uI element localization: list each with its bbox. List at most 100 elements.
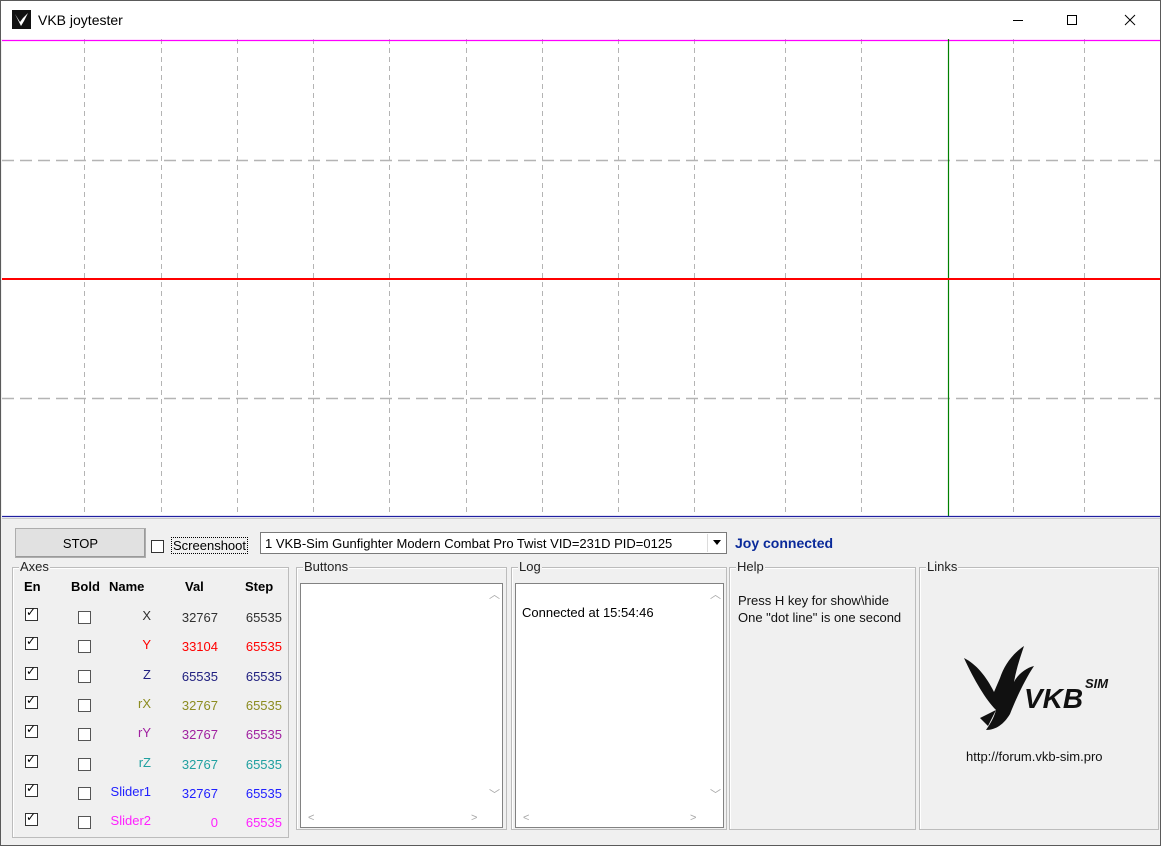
maximize-icon xyxy=(1067,15,1077,25)
close-button[interactable] xyxy=(1107,1,1153,39)
axis-row: ✓ Slider2 0 65535 xyxy=(13,809,290,838)
axis-name: X xyxy=(142,608,151,623)
scroll-up-icon[interactable]: ︿ xyxy=(710,590,721,601)
header-step: Step xyxy=(245,579,274,594)
axis-step: 65535 xyxy=(245,756,282,772)
axis-name: rX xyxy=(138,695,151,711)
scroll-right-icon[interactable]: > xyxy=(690,813,696,824)
screenshot-checkbox[interactable] xyxy=(151,540,164,553)
axis-enable-checkbox[interactable]: ✓ xyxy=(25,664,38,680)
axis-row: ✓ Y 33104 65535 xyxy=(13,633,290,662)
control-panel: STOP Screenshoot 1 VKB-Sim Gunfighter Mo… xyxy=(2,518,1160,845)
scroll-right-icon[interactable]: > xyxy=(471,813,477,824)
window-title: VKB joytester xyxy=(38,12,123,28)
scroll-up-icon[interactable]: ︿ xyxy=(489,590,500,601)
axis-value: 32767 xyxy=(181,756,218,772)
axis-step: 65535 xyxy=(245,668,282,684)
axis-bold-checkbox[interactable] xyxy=(78,669,91,683)
axis-row: ✓ X 32767 65535 xyxy=(13,604,290,633)
scroll-left-icon[interactable]: < xyxy=(523,813,529,824)
axis-bold-checkbox[interactable] xyxy=(78,698,91,712)
links-group-legend: Links xyxy=(926,559,959,574)
axis-name: rY xyxy=(138,725,151,741)
graph-canvas xyxy=(2,39,1160,518)
header-name: Name xyxy=(109,579,145,594)
axis-graph xyxy=(2,39,1160,518)
checkmark-icon: ✓ xyxy=(26,810,37,825)
axis-step: 65535 xyxy=(245,639,282,655)
axis-bold-checkbox[interactable] xyxy=(78,640,91,654)
axis-step: 65535 xyxy=(245,610,282,625)
axis-name: Slider1 xyxy=(110,783,151,799)
log-entry: Connected at 15:54:46 xyxy=(522,605,654,620)
screenshot-label[interactable]: Screenshoot xyxy=(171,537,248,554)
vkb-bird-icon xyxy=(12,10,31,29)
scroll-left-icon[interactable]: < xyxy=(308,813,314,824)
header-bold: Bold xyxy=(71,579,100,594)
buttons-list[interactable]: ︿ ﹀ < > xyxy=(300,583,503,828)
checkmark-icon: ✓ xyxy=(26,605,37,619)
axis-row: ✓ rY 32767 65535 xyxy=(13,721,290,750)
dropdown-arrow[interactable] xyxy=(707,534,725,552)
maximize-button[interactable] xyxy=(1049,1,1095,39)
axis-enable-checkbox[interactable]: ✓ xyxy=(25,692,38,709)
axis-bold-checkbox[interactable] xyxy=(78,816,91,830)
axis-step: 65535 xyxy=(245,727,282,743)
axis-step: 65535 xyxy=(245,815,282,831)
buttons-group-legend: Buttons xyxy=(303,559,350,574)
help-text: Press H key for show\hide One "dot line"… xyxy=(738,592,901,626)
checkmark-icon: ✓ xyxy=(26,722,37,737)
axis-bold-checkbox[interactable] xyxy=(78,786,91,800)
minimize-button[interactable] xyxy=(995,1,1041,39)
axis-step: 65535 xyxy=(245,697,282,713)
scroll-down-icon[interactable]: ﹀ xyxy=(489,790,500,801)
axis-enable-checkbox[interactable]: ✓ xyxy=(25,810,38,827)
stop-button[interactable]: STOP xyxy=(15,528,146,558)
checkmark-icon: ✓ xyxy=(26,692,37,707)
log-group-legend: Log xyxy=(518,559,542,574)
help-group-legend: Help xyxy=(736,559,765,574)
axis-bold-checkbox[interactable] xyxy=(78,611,91,624)
minimize-icon xyxy=(1013,20,1023,21)
chevron-down-icon xyxy=(712,540,721,545)
log-group: Log Connected at 15:54:46 ︿ ﹀ < > xyxy=(511,560,727,830)
log-hscroll[interactable]: < > xyxy=(516,810,706,827)
axis-row: ✓ rX 32767 65535 xyxy=(13,692,290,721)
svg-text:VKB: VKB xyxy=(1024,683,1083,714)
close-icon xyxy=(1124,14,1136,26)
axis-name: Slider2 xyxy=(110,813,151,829)
vkb-sim-logo: VKB SIM xyxy=(964,646,1109,730)
log-vscroll[interactable]: ︿ ﹀ xyxy=(706,584,723,812)
axis-name: Z xyxy=(143,666,151,682)
axes-group-legend: Axes xyxy=(19,559,50,574)
svg-text:SIM: SIM xyxy=(1085,676,1109,691)
axis-enable-checkbox[interactable]: ✓ xyxy=(25,722,38,739)
axis-value: 65535 xyxy=(181,668,218,684)
forum-link[interactable]: http://forum.vkb-sim.pro xyxy=(966,749,1103,764)
help-group: Help Press H key for show\hide One "dot … xyxy=(729,560,916,830)
buttons-vscroll[interactable]: ︿ ﹀ xyxy=(485,584,502,812)
app-window: VKB joytester STOP Screenshoot 1 VKB-Sim… xyxy=(0,0,1161,846)
title-bar: VKB joytester xyxy=(1,1,1160,39)
axis-enable-checkbox[interactable]: ✓ xyxy=(25,634,38,651)
axis-bold-checkbox[interactable] xyxy=(78,728,91,742)
checkmark-icon: ✓ xyxy=(26,780,37,795)
log-list[interactable]: Connected at 15:54:46 ︿ ﹀ < > xyxy=(515,583,724,828)
checkmark-icon: ✓ xyxy=(26,634,37,649)
header-val: Val xyxy=(185,579,204,594)
scroll-down-icon[interactable]: ﹀ xyxy=(710,790,721,801)
buttons-group: Buttons ︿ ﹀ < > xyxy=(296,560,507,830)
axis-enable-checkbox[interactable]: ✓ xyxy=(25,751,38,768)
axis-value: 32767 xyxy=(181,727,218,743)
buttons-hscroll[interactable]: < > xyxy=(301,810,485,827)
axis-value: 33104 xyxy=(181,639,218,655)
device-select[interactable]: 1 VKB-Sim Gunfighter Modern Combat Pro T… xyxy=(260,532,727,554)
axis-value: 32767 xyxy=(181,610,218,625)
axis-row: ✓ rZ 32767 65535 xyxy=(13,751,290,780)
checkmark-icon: ✓ xyxy=(26,751,37,766)
axes-group: Axes En Bold Name Val Step ✓ X 32767 65535 ✓… xyxy=(12,560,290,838)
axis-value: 0 xyxy=(210,815,218,831)
axis-enable-checkbox[interactable]: ✓ xyxy=(25,605,38,621)
axis-bold-checkbox[interactable] xyxy=(78,757,91,771)
axis-enable-checkbox[interactable]: ✓ xyxy=(25,780,38,797)
